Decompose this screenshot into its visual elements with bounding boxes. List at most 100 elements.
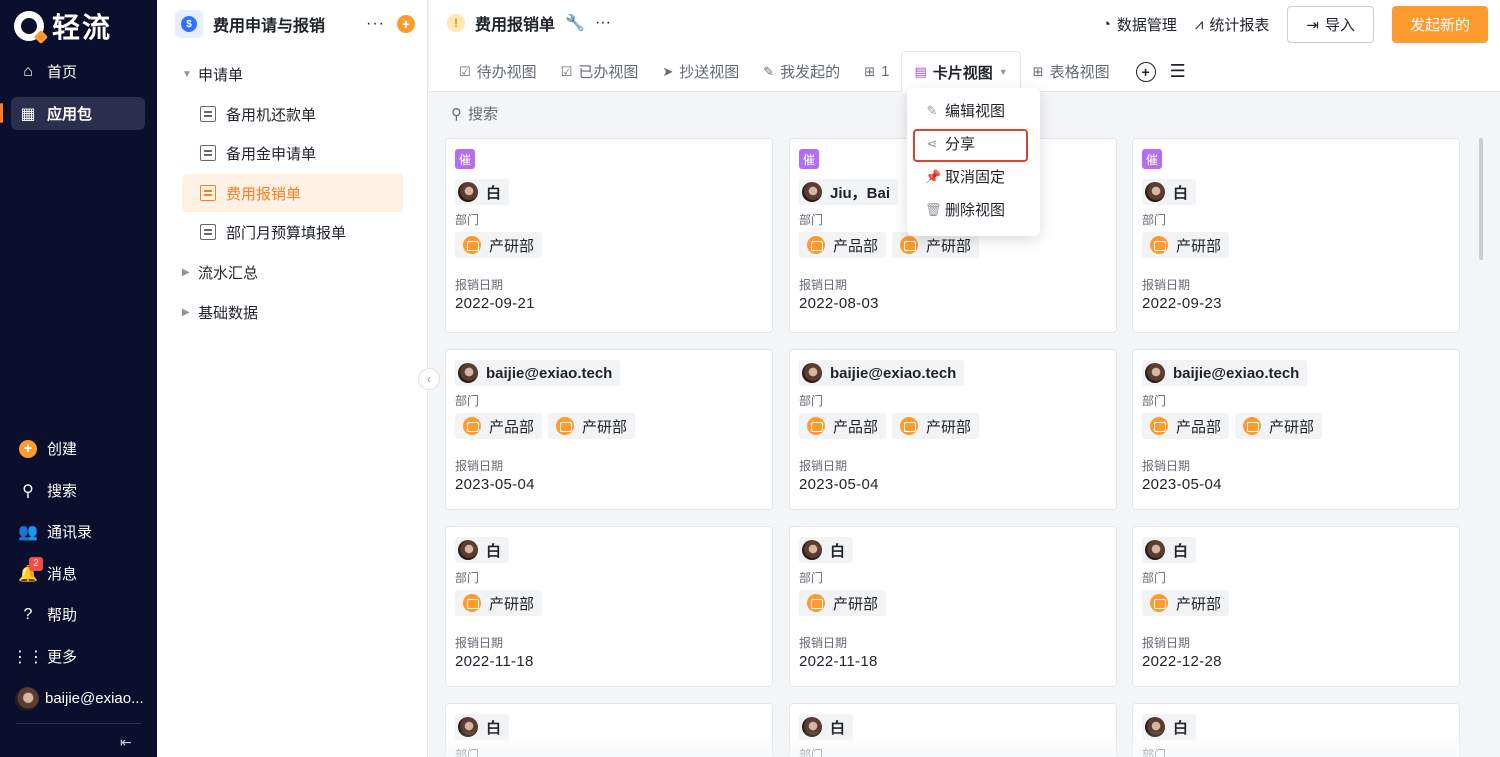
scrollbar[interactable] — [1479, 138, 1483, 260]
unread-badge: 2 — [29, 556, 43, 571]
user-name: baijie@exiao.tech — [830, 364, 957, 382]
avatar — [802, 182, 822, 202]
tab-mine[interactable]: ✎ 我发起的 — [751, 51, 852, 92]
action-label: 统计报表 — [1209, 17, 1270, 34]
menu-item-unpin[interactable]: 📌 取消固定 — [907, 160, 1040, 193]
department-icon — [807, 417, 825, 435]
record-card[interactable]: 催白部门 产研部 报销日期 2022-09-23 — [1132, 138, 1460, 333]
field-label: 部门 — [1142, 748, 1167, 757]
form-icon — [200, 106, 216, 122]
menu-item-delete-view[interactable]: 🗑 删除视图 — [907, 193, 1040, 226]
search-icon: ⚲ — [451, 105, 462, 123]
tree-item-label: 费用报销单 — [226, 185, 302, 203]
form-icon — [200, 224, 216, 240]
form-icon — [200, 185, 216, 201]
department-icon — [900, 417, 919, 435]
nav-item-label: 消息 — [47, 566, 78, 583]
record-card[interactable]: 白部门 — [1132, 703, 1460, 757]
dept-name: 产研部 — [582, 418, 628, 436]
nav-user[interactable]: baijie@exiao... — [11, 682, 145, 715]
record-card[interactable]: 白部门 产研部 报销日期 2022-11-18 — [789, 526, 1117, 687]
menu-item-edit-view[interactable]: ✎ 编辑视图 — [907, 94, 1040, 127]
record-card[interactable]: baijie@exiao.tech 部门 产品部 产研部 报销日期 2023-05-04 — [789, 349, 1117, 510]
tree-group-flow[interactable]: ▶ 流水汇总 — [182, 253, 403, 291]
nav-item-more[interactable]: ⋮⋮ 更多 — [11, 640, 145, 673]
dept-chips: 产研部 — [455, 590, 763, 616]
app-icon: $ — [175, 10, 203, 38]
nav-item-create[interactable]: + 创建 — [11, 432, 145, 465]
help-icon: ? — [23, 605, 33, 623]
nav-item-messages[interactable]: 🔔 2 消息 — [11, 556, 145, 590]
wrench-icon[interactable]: 🔧 — [565, 13, 585, 33]
tree-item-label: 备用机还款单 — [226, 106, 317, 124]
divider — [16, 723, 141, 724]
field-label: 报销日期 — [799, 636, 848, 650]
tab-cc[interactable]: ➤ 抄送视图 — [650, 51, 751, 92]
tree-item-form[interactable]: 备用机还款单 — [182, 95, 403, 133]
nav-item-help[interactable]: ? 帮助 — [11, 598, 145, 631]
chevron-down-icon[interactable]: ▼ — [999, 67, 1008, 77]
nav-item-search[interactable]: ⚲ 搜索 — [11, 474, 145, 507]
department-icon — [807, 594, 825, 612]
date-value: 2023-05-04 — [455, 476, 535, 493]
nav-item-apps[interactable]: ▦ 应用包 — [11, 97, 145, 130]
more-icon[interactable]: ··· — [595, 14, 611, 32]
list-icon[interactable]: ☰ — [1170, 61, 1186, 82]
tab-todo[interactable]: ☑ 待办视图 — [447, 51, 549, 92]
nav-item-label: 创建 — [47, 441, 78, 458]
form-icon — [200, 145, 216, 161]
dashboard-icon: ◔ — [1101, 16, 1111, 33]
search-box[interactable]: ⚲ 搜索 — [451, 103, 498, 124]
tab-table-view[interactable]: ⊞ 表格视图 — [1021, 51, 1122, 92]
home-icon: ⌂ — [23, 62, 33, 80]
field-label: 报销日期 — [1142, 636, 1191, 650]
report-button[interactable]: ⩘ 统计报表 — [1195, 14, 1269, 35]
record-card[interactable]: 白部门 产研部 报销日期 2022-11-18 — [445, 526, 773, 687]
logo[interactable]: 轻流 — [14, 8, 112, 44]
dept-chip: 产品部 — [799, 413, 887, 439]
more-icon[interactable]: ··· — [366, 15, 385, 33]
add-icon[interactable]: + — [397, 15, 415, 33]
table-icon: ⊞ — [1032, 63, 1044, 79]
nav-item-label: 首页 — [47, 64, 78, 81]
user-chip: 白 — [455, 179, 510, 205]
dept-name: 产研部 — [489, 237, 535, 255]
tab-card-view[interactable]: ▤ 卡片视图 ▼ — [901, 51, 1021, 93]
tree-group-base[interactable]: ▶ 基础数据 — [182, 293, 403, 331]
import-icon: ⇥ — [1306, 16, 1319, 34]
user-chip: baijie@exiao.tech — [455, 360, 621, 386]
nav-item-home[interactable]: ⌂ 首页 — [11, 55, 145, 88]
tree-item-form[interactable]: 备用金申请单 — [182, 134, 403, 172]
add-view-icon[interactable]: + — [1135, 61, 1156, 82]
record-card[interactable]: 白部门 — [445, 703, 773, 757]
record-card[interactable]: baijie@exiao.tech 部门 产品部 产研部 报销日期 2023-05-04 — [1132, 349, 1460, 510]
record-card[interactable]: 白部门 产研部 报销日期 2022-12-28 — [1132, 526, 1460, 687]
import-button[interactable]: ⇥ 导入 — [1287, 6, 1374, 43]
chart-icon: ⩘ — [1194, 16, 1204, 33]
tab-1[interactable]: ⊞ 1 — [852, 51, 901, 92]
top-actions: ◔ 数据管理 ⩘ 统计报表 ⇥ 导入 发起新的 — [1102, 6, 1488, 43]
data-manage-button[interactable]: ◔ 数据管理 — [1102, 14, 1177, 35]
caret-down-icon: ▼ — [182, 68, 192, 80]
tree-item-form-selected[interactable]: 费用报销单 — [182, 174, 403, 212]
tab-done[interactable]: ☑ 已办视图 — [549, 51, 651, 92]
tree-group-apply[interactable]: ▼ 申请单 — [182, 55, 403, 93]
avatar — [1145, 363, 1165, 383]
record-card[interactable]: 白部门 — [789, 703, 1117, 757]
avatar — [802, 363, 822, 383]
date-value: 2023-05-04 — [799, 476, 879, 493]
app-title: 费用申请与报销 — [213, 18, 326, 35]
record-card[interactable]: baijie@exiao.tech 部门 产品部 产研部 报销日期 2023-05-04 — [445, 349, 773, 510]
collapse-nav-icon[interactable]: ⇤ — [120, 734, 132, 751]
nav-item-label: 通讯录 — [47, 524, 93, 541]
field-label: 部门 — [1142, 394, 1167, 408]
new-record-button[interactable]: 发起新的 — [1391, 6, 1488, 43]
field-label: 报销日期 — [1142, 459, 1191, 473]
record-card[interactable]: 催白部门 产研部 报销日期 2022-09-21 — [445, 138, 773, 333]
tab-label: 待办视图 — [476, 64, 537, 81]
dept-name: 产研部 — [926, 418, 972, 436]
tree-item-form[interactable]: 部门月预算填报单 — [182, 213, 403, 251]
dept-chip: 产品部 — [799, 232, 887, 258]
nav-item-contacts[interactable]: 👥 通讯录 — [11, 515, 145, 548]
department-icon — [463, 236, 481, 254]
